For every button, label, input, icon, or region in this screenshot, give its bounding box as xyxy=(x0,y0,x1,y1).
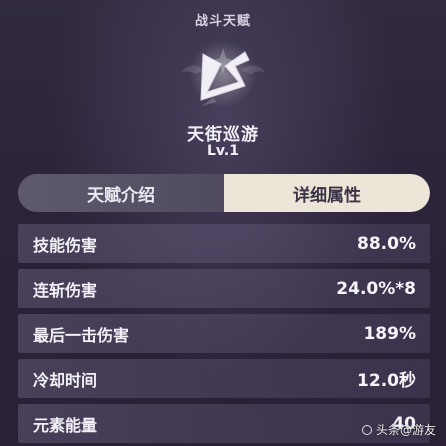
stat-value: 88.0% xyxy=(357,233,416,254)
watermark-text: 头条@游友 xyxy=(375,423,436,437)
talent-emblem xyxy=(163,36,283,120)
stats-list: 技能伤害 88.0% 连斩伤害 24.0%*8 最后一击伤害 189% 冷却时间… xyxy=(18,224,430,446)
talent-name: 天街巡游 xyxy=(187,125,259,145)
tab-talent-intro[interactable]: 天赋介绍 xyxy=(18,174,224,212)
stat-label: 冷却时间 xyxy=(33,370,98,390)
stat-label: 连斩伤害 xyxy=(33,280,98,300)
stat-label: 最后一击伤害 xyxy=(33,325,130,345)
dash-talent-icon xyxy=(181,40,265,108)
talent-panel: 战斗天赋 天街巡游 Lv.1 天赋介绍 详细属性 技能伤害 88.0% 连斩伤害… xyxy=(0,0,446,446)
stat-row: 最后一击伤害 189% xyxy=(18,314,430,353)
tab-bar: 天赋介绍 详细属性 xyxy=(18,174,430,212)
stat-value: 189% xyxy=(363,323,416,344)
stat-row: 技能伤害 88.0% xyxy=(18,224,430,263)
stat-value: 24.0%*8 xyxy=(336,278,416,299)
stat-row: 连斩伤害 24.0%*8 xyxy=(18,269,430,308)
talent-level: Lv.1 xyxy=(207,143,239,159)
stat-label: 技能伤害 xyxy=(33,235,98,255)
tab-detail-attributes[interactable]: 详细属性 xyxy=(224,174,430,212)
panel-title: 战斗天赋 xyxy=(194,14,251,29)
stat-value: 12.0秒 xyxy=(357,371,416,391)
watermark: 头条@游友 xyxy=(361,421,436,438)
watermark-logo-icon xyxy=(361,424,372,435)
stat-row: 冷却时间 12.0秒 xyxy=(18,359,430,398)
stat-label: 元素能量 xyxy=(33,415,98,435)
